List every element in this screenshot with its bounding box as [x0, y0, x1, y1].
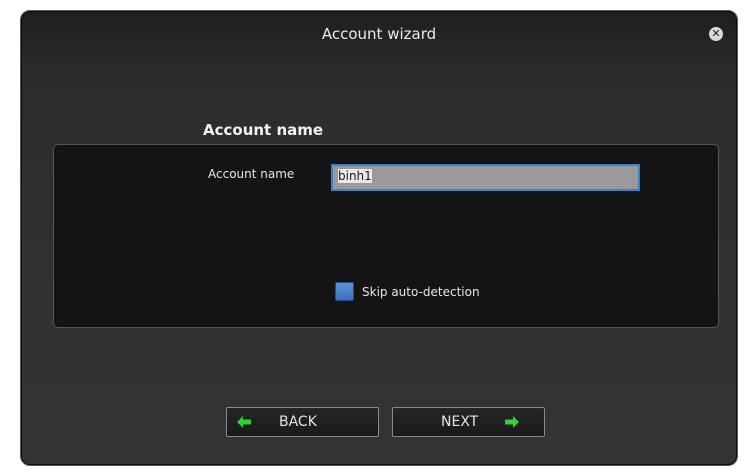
next-button[interactable]: NEXT [392, 407, 545, 437]
arrow-right-icon [505, 416, 520, 428]
skip-auto-detection-checkbox[interactable] [335, 282, 354, 301]
skip-auto-detection-label: Skip auto-detection [362, 284, 480, 299]
back-button[interactable]: BACK [226, 407, 379, 437]
arrow-left-icon [237, 416, 251, 428]
close-icon[interactable]: ✕ [709, 27, 723, 41]
account-name-label: Account name [208, 167, 295, 181]
account-wizard-dialog: Account wizard ✕ Account name Account na… [20, 10, 738, 466]
dialog-title: Account wizard [321, 25, 437, 43]
skip-auto-detection-row[interactable]: Skip auto-detection [335, 282, 480, 301]
account-name-value: binh1 [338, 169, 372, 183]
account-name-panel: Account name binh1 Skip auto-detection [53, 144, 719, 328]
account-name-input[interactable]: binh1 [331, 164, 640, 191]
back-button-label: BACK [279, 414, 317, 430]
section-heading: Account name [203, 121, 324, 139]
next-button-label: NEXT [441, 414, 479, 430]
